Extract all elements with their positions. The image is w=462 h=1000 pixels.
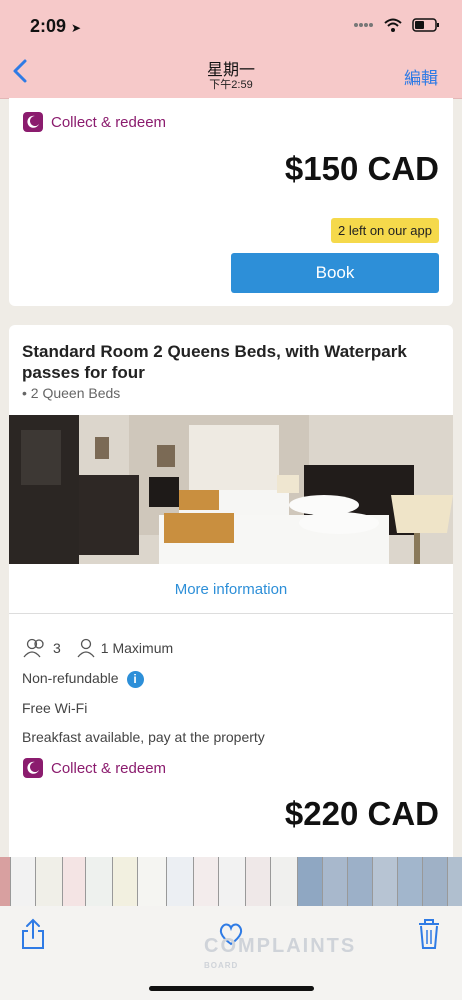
offer-card-1: Collect & redeem $150 CAD 2 left on our … xyxy=(9,98,453,306)
guests-icon xyxy=(23,638,44,658)
edit-button[interactable]: 編輯 xyxy=(404,64,438,89)
thumbnail[interactable] xyxy=(113,857,138,907)
guests-count: 3 xyxy=(53,640,61,656)
room-card: Standard Room 2 Queens Beds, with Waterp… xyxy=(9,325,453,865)
share-button[interactable] xyxy=(20,918,46,955)
collect-redeem: Collect & redeem xyxy=(23,758,166,778)
thumbnail[interactable] xyxy=(167,857,194,907)
thumbnail[interactable] xyxy=(323,857,348,907)
thumbnail[interactable] xyxy=(36,857,63,907)
wifi-label: Free Wi-Fi xyxy=(22,700,88,716)
wifi-icon xyxy=(384,18,402,32)
availability-badge: 2 left on our app xyxy=(331,218,439,243)
watermark: COMPLAINTS BOARD xyxy=(204,935,357,970)
thumbnail[interactable] xyxy=(271,857,298,907)
collect-label: Collect & redeem xyxy=(51,113,167,131)
refund-label: Non-refundable xyxy=(22,670,119,686)
room-beds: • 2 Queen Beds xyxy=(22,385,121,401)
price: $150 CAD xyxy=(284,150,439,187)
price: $220 CAD xyxy=(284,795,439,832)
delete-button[interactable] xyxy=(417,918,441,955)
occupancy: 3 1 Maximum xyxy=(22,638,173,658)
trash-icon xyxy=(419,919,439,949)
thumbnail[interactable] xyxy=(219,857,246,907)
thumbnail[interactable] xyxy=(194,857,219,907)
collect-redeem: Collect & redeem xyxy=(23,112,166,132)
thumbnail[interactable] xyxy=(86,857,113,907)
thumbnail[interactable] xyxy=(11,857,36,907)
thumbnail[interactable] xyxy=(63,857,86,907)
book-button[interactable]: Book xyxy=(231,253,439,293)
thumbnail[interactable] xyxy=(348,857,373,907)
moon-icon xyxy=(23,758,43,778)
signal-icon xyxy=(354,23,373,27)
thumbnail[interactable] xyxy=(298,857,323,907)
moon-icon xyxy=(23,112,43,132)
share-icon xyxy=(22,918,44,949)
info-icon[interactable]: i xyxy=(126,670,144,688)
room-title: Standard Room 2 Queens Beds, with Waterp… xyxy=(22,342,407,382)
person-icon xyxy=(77,638,95,658)
thumbnail[interactable] xyxy=(448,857,462,907)
navigation-bar: 星期一 下午2:59 編輯 xyxy=(0,52,462,99)
thumbnail[interactable] xyxy=(0,857,11,907)
status-time: 2:09 ➤ xyxy=(30,16,82,36)
maximum-label: 1 Maximum xyxy=(100,640,174,656)
nav-subtitle: 下午2:59 xyxy=(209,79,253,91)
refund-policy: Non-refundable i xyxy=(22,670,144,688)
thumbnail[interactable] xyxy=(398,857,423,907)
battery-icon xyxy=(412,18,439,32)
thumbnail[interactable] xyxy=(138,857,167,907)
thumbnail[interactable] xyxy=(423,857,448,907)
home-indicator xyxy=(149,986,314,991)
room-photo[interactable] xyxy=(9,415,453,564)
photo-thumbnail-strip[interactable] xyxy=(0,857,462,907)
thumbnail[interactable] xyxy=(373,857,398,907)
divider xyxy=(9,613,453,614)
more-information-link[interactable]: More information xyxy=(9,581,453,598)
status-icons xyxy=(354,18,440,32)
thumbnail[interactable] xyxy=(246,857,271,907)
status-bar: 2:09 ➤ xyxy=(0,0,462,52)
breakfast-label: Breakfast available, pay at the property xyxy=(22,729,265,745)
collect-label: Collect & redeem xyxy=(51,759,167,777)
